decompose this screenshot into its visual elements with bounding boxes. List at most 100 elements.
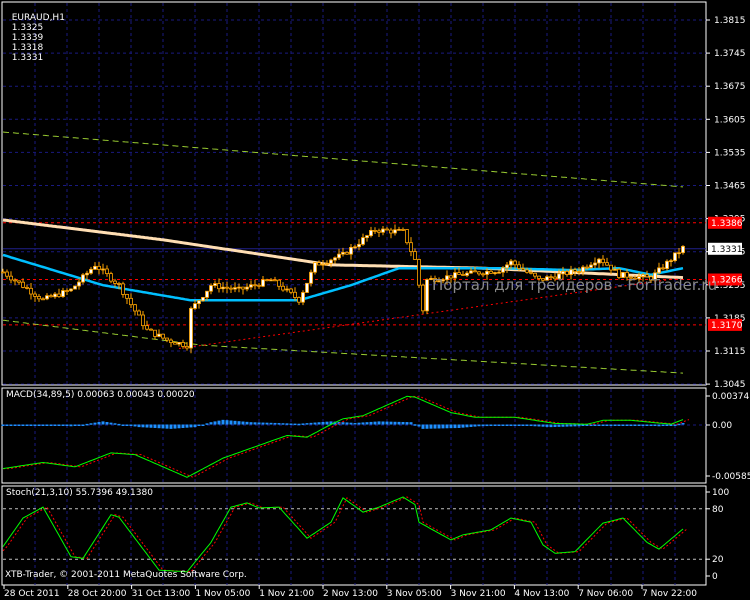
candle-body [581, 266, 585, 273]
candle-body [253, 284, 257, 287]
macd-histogram-bar [505, 424, 509, 426]
macd-main-line [2, 395, 684, 478]
macd-histogram-bar [101, 421, 105, 425]
macd-histogram-bar [137, 424, 141, 428]
macd-histogram-bar [621, 424, 625, 426]
candle-body [69, 288, 73, 292]
macd-histogram-bar [197, 424, 201, 426]
candle-body [185, 345, 189, 349]
candle-body [37, 296, 41, 300]
macd-histogram-bar [537, 424, 541, 427]
macd-histogram-bar [289, 423, 293, 425]
macd-histogram-bar [173, 424, 177, 429]
macd-histogram-bar [461, 424, 465, 428]
macd-histogram-bar [29, 424, 33, 426]
candle-body [389, 229, 393, 234]
macd-histogram-bar [177, 424, 181, 429]
macd-histogram-bar [469, 424, 473, 427]
macd-histogram-bar [489, 424, 493, 426]
candle-body [161, 333, 165, 339]
copyright: XTB-Trader, © 2001-2011 MetaQuotes Softw… [5, 570, 247, 580]
candle-body [221, 286, 225, 290]
macd-histogram-bar [497, 424, 501, 426]
candle-body [469, 270, 473, 274]
candle-body [45, 295, 49, 300]
macd-histogram-bar [377, 421, 381, 425]
time-axis-label: 7 Nov 06:00 [578, 589, 633, 599]
candle-body [577, 271, 581, 273]
time-axis-label: 31 Oct 13:00 [132, 589, 191, 599]
macd-histogram-bar [389, 421, 393, 425]
candle-body [109, 273, 113, 282]
price-axis-label: 1.3745 [714, 49, 746, 59]
macd-histogram-bar [189, 424, 193, 428]
candle-body [169, 339, 173, 343]
macd-histogram-bar [309, 422, 313, 425]
candle-body [365, 235, 369, 239]
macd-histogram-bar [361, 422, 365, 425]
candle-body [181, 342, 185, 347]
candle-body [345, 252, 349, 255]
macd-histogram-bar [517, 424, 521, 426]
candle-body [309, 271, 313, 284]
candle-body [385, 228, 389, 231]
candle-body [269, 279, 273, 282]
macd-histogram-bar [213, 421, 217, 425]
macd-histogram-bar [453, 424, 457, 429]
macd-histogram-bar [169, 424, 173, 429]
candle-body [117, 283, 121, 285]
macd-histogram-bar [625, 424, 629, 426]
candle-body [93, 265, 97, 270]
candle-body [329, 259, 333, 264]
candle-body [61, 290, 65, 297]
macd-histogram-bar [53, 424, 57, 426]
stoch-axis-label: 80 [712, 505, 724, 515]
time-axis-label: 3 Nov 05:00 [387, 589, 442, 599]
macd-histogram-bar [569, 424, 573, 427]
macd-histogram-bar [669, 424, 673, 426]
candle-body [41, 298, 45, 301]
macd-panel-border [1, 387, 707, 484]
price-label-text: 1.3386 [711, 219, 743, 229]
price-axis-label: 1.3115 [714, 347, 746, 357]
candle-body [357, 243, 361, 248]
candle-body [165, 337, 169, 341]
trading-chart[interactable]: 1.3815 1.3745 1.3675 1.3605 1.3535 1.3465 1.33… [0, 0, 750, 600]
macd-histogram-bar [305, 423, 309, 425]
macd-histogram-bar [613, 424, 617, 426]
macd-histogram-bar [37, 424, 41, 426]
candle-body [53, 293, 57, 298]
macd-histogram-bar [117, 423, 121, 426]
macd-histogram-bar [653, 424, 657, 426]
candle-body [517, 264, 521, 269]
macd-histogram-bar [249, 422, 253, 425]
macd-histogram-bar [541, 424, 545, 427]
high-price: 1.3339 [11, 33, 44, 43]
candle-body [137, 310, 141, 316]
candle-body [273, 279, 277, 282]
macd-histogram-bar [417, 424, 421, 427]
candle-body [29, 287, 33, 295]
stoch-main-line [2, 496, 684, 573]
macd-histogram-bar [257, 422, 261, 425]
macd-histogram-bar [61, 424, 65, 426]
candle-body [521, 268, 525, 271]
macd-histogram-bar [365, 422, 369, 425]
macd-histogram-bar [521, 424, 525, 426]
candle-body [65, 290, 69, 292]
candle-body [197, 300, 201, 305]
time-axis-label: 3 Nov 21:00 [451, 589, 506, 599]
macd-histogram-bar [593, 424, 597, 426]
macd-histogram-bar [261, 422, 265, 425]
macd-histogram-bar [561, 424, 565, 427]
macd-histogram-bar [21, 424, 25, 426]
candle-body [373, 229, 377, 232]
candle-body [281, 285, 285, 291]
candle-body [209, 285, 213, 292]
macd-histogram-bar [601, 424, 605, 426]
macd-histogram-bar [445, 424, 449, 429]
macd-histogram-bar [301, 423, 305, 425]
candle-body [49, 295, 53, 298]
macd-histogram-bar [525, 424, 529, 426]
watermark: Портал для трейдеров - ForTrader.ru [432, 276, 718, 294]
